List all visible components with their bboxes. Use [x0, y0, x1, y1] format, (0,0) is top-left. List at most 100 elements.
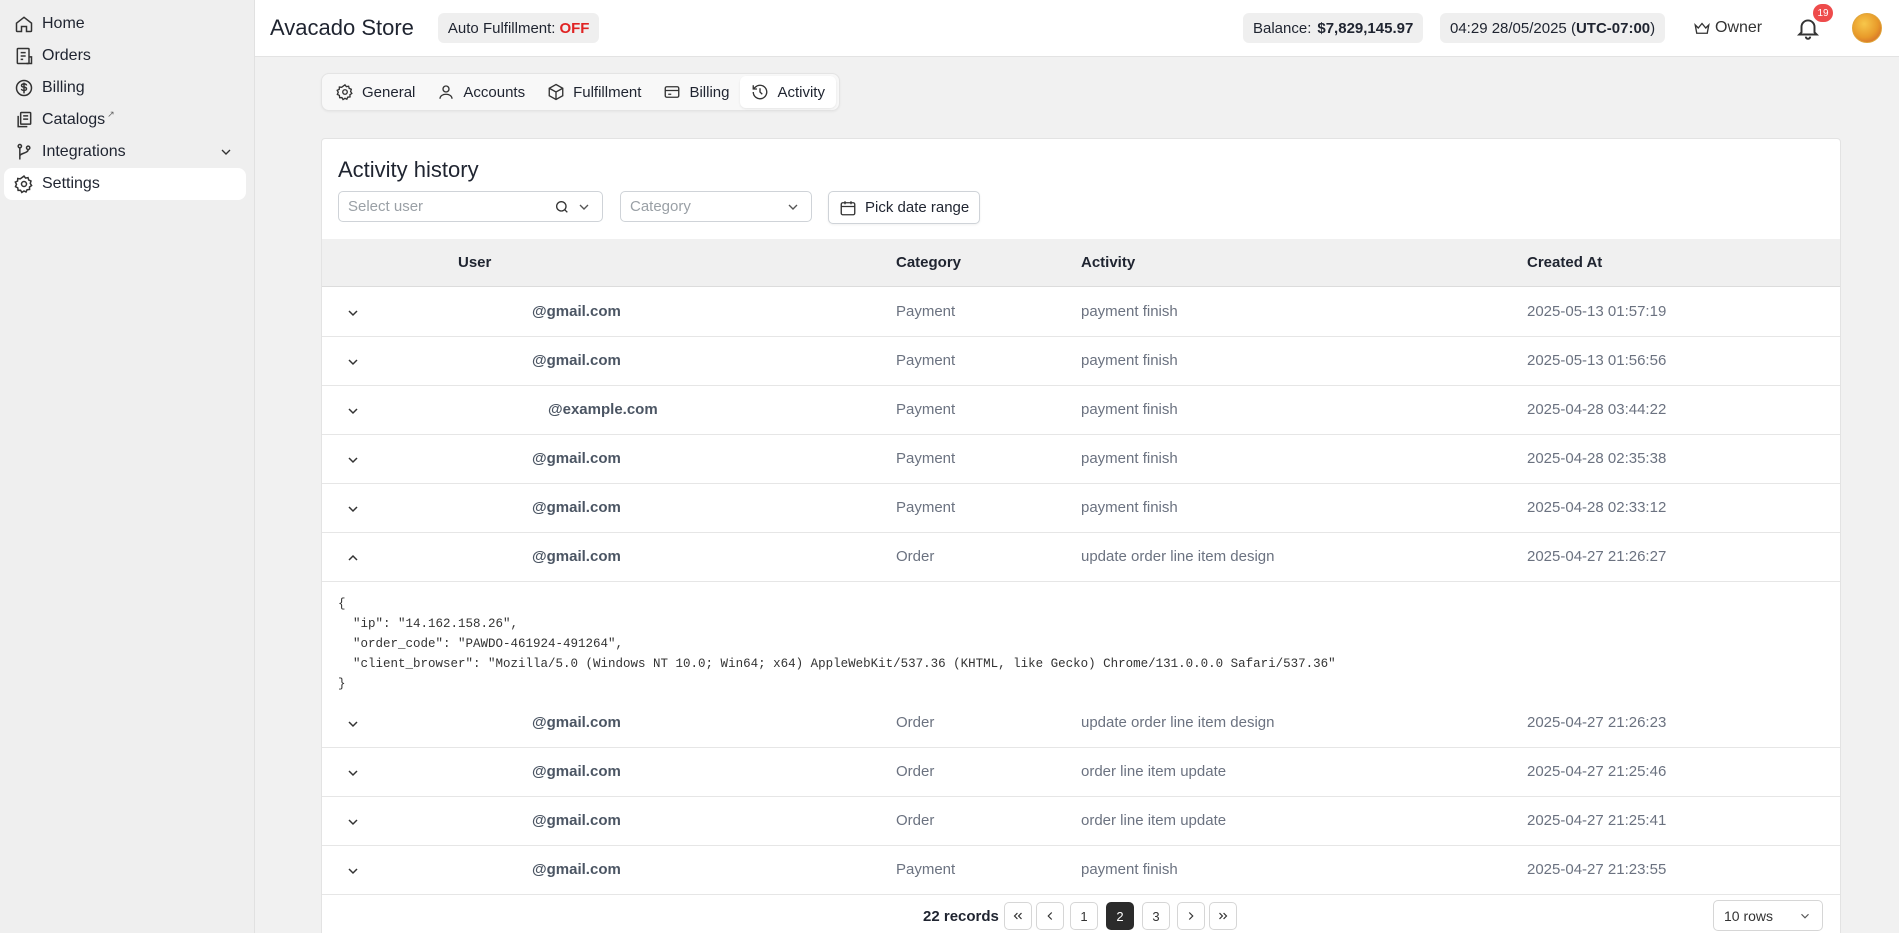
- row-user: @gmail.com: [532, 714, 621, 731]
- prev-page-button[interactable]: [1036, 902, 1064, 930]
- date-range-label: Pick date range: [865, 199, 970, 216]
- rows-per-page-select[interactable]: 10 rows: [1713, 900, 1823, 931]
- app-title: Avacado Store: [270, 15, 414, 40]
- last-page-button[interactable]: [1209, 902, 1237, 930]
- page-button[interactable]: 1: [1070, 902, 1098, 930]
- table-row-expanded[interactable]: @gmail.com Order update order line item …: [322, 533, 1840, 582]
- next-page-button[interactable]: [1177, 902, 1205, 930]
- collapse-chevron-icon[interactable]: [342, 547, 364, 569]
- home-icon: [14, 14, 34, 34]
- sidebar: Home Orders Billing Catalogs ↗ Integrati…: [0, 0, 255, 933]
- tab-label: Fulfillment: [573, 83, 642, 101]
- auto-fulfillment-value: OFF: [559, 19, 590, 37]
- sidebar-item-catalogs[interactable]: Catalogs ↗: [4, 104, 246, 136]
- category-select[interactable]: Category: [620, 191, 812, 222]
- expand-chevron-icon[interactable]: [342, 302, 364, 324]
- row-user: @gmail.com: [532, 303, 621, 320]
- clock-close: ): [1650, 19, 1656, 37]
- row-category: Payment: [896, 861, 956, 878]
- row-detail-json: { "ip": "14.162.158.26", "order_code": "…: [322, 584, 1840, 701]
- row-user: @gmail.com: [532, 861, 621, 878]
- table-row[interactable]: @gmail.com Order order line item update …: [322, 748, 1840, 797]
- top-header: Avacado Store Auto Fulfillment: OFF Bala…: [255, 0, 1899, 57]
- column-header-category[interactable]: Category: [896, 254, 961, 271]
- table-row[interactable]: @gmail.com Payment payment finish 2025-0…: [322, 484, 1840, 533]
- tab-label: Billing: [689, 83, 730, 101]
- table-row[interactable]: @gmail.com Order update order line item …: [322, 699, 1840, 748]
- chevron-down-icon[interactable]: [218, 144, 234, 160]
- row-created-at: 2025-04-27 21:26:27: [1527, 548, 1667, 565]
- expand-chevron-icon[interactable]: [342, 713, 364, 735]
- row-category: Payment: [896, 401, 956, 418]
- row-user: @example.com: [548, 401, 658, 418]
- row-created-at: 2025-04-28 03:44:22: [1527, 401, 1667, 418]
- chevron-left-icon: [1047, 912, 1053, 920]
- expand-chevron-icon[interactable]: [342, 449, 364, 471]
- expand-chevron-icon[interactable]: [342, 498, 364, 520]
- table-row[interactable]: @gmail.com Order order line item update …: [322, 797, 1840, 846]
- clock-timezone: UTC-07:00: [1575, 19, 1651, 37]
- tab-activity[interactable]: Activity: [740, 76, 836, 108]
- tab-general[interactable]: General: [325, 76, 426, 108]
- table-row[interactable]: @gmail.com Payment payment finish 2025-0…: [322, 846, 1840, 895]
- row-user: @gmail.com: [532, 499, 621, 516]
- tab-fulfillment[interactable]: Fulfillment: [536, 76, 652, 108]
- sidebar-item-settings[interactable]: Settings: [4, 168, 246, 200]
- sidebar-item-label: Catalogs: [42, 111, 106, 128]
- branch-icon: [14, 142, 34, 162]
- row-category: Payment: [896, 303, 956, 320]
- table-row[interactable]: @example.com Payment payment finish 2025…: [322, 386, 1840, 435]
- column-header-activity[interactable]: Activity: [1081, 254, 1135, 271]
- sidebar-item-billing[interactable]: Billing: [4, 72, 246, 104]
- table-row[interactable]: @gmail.com Payment payment finish 2025-0…: [322, 435, 1840, 484]
- page-button[interactable]: 3: [1142, 902, 1170, 930]
- user-select[interactable]: [338, 191, 603, 222]
- user-icon: [439, 85, 454, 99]
- role-label: Owner: [1715, 19, 1763, 36]
- row-category: Payment: [896, 499, 956, 516]
- sidebar-item-home[interactable]: Home: [4, 8, 246, 40]
- user-search-input[interactable]: [348, 198, 548, 215]
- sidebar-item-orders[interactable]: Orders: [4, 40, 246, 72]
- date-range-button[interactable]: Pick date range: [828, 191, 981, 224]
- auto-fulfillment-status[interactable]: Auto Fulfillment: OFF: [437, 13, 600, 43]
- row-activity: order line item update: [1081, 763, 1227, 780]
- sidebar-item-label: Settings: [42, 175, 100, 192]
- table-row[interactable]: @gmail.com Payment payment finish 2025-0…: [322, 288, 1840, 337]
- expand-chevron-icon[interactable]: [342, 860, 364, 882]
- external-link-icon: ↗: [107, 108, 115, 119]
- column-header-created-at[interactable]: Created At: [1527, 254, 1602, 271]
- expand-chevron-icon[interactable]: [342, 351, 364, 373]
- sidebar-item-integrations[interactable]: Integrations: [4, 136, 246, 168]
- role-menu[interactable]: Owner: [1693, 19, 1762, 37]
- double-chevron-left-icon: [1013, 912, 1022, 920]
- sidebar-item-label: Integrations: [42, 143, 126, 160]
- column-header-user[interactable]: User: [458, 254, 491, 271]
- row-user: @gmail.com: [532, 548, 621, 565]
- expand-chevron-icon[interactable]: [342, 811, 364, 833]
- tab-accounts[interactable]: Accounts: [426, 76, 536, 108]
- first-page-button[interactable]: [1004, 902, 1032, 930]
- gear-icon: [336, 83, 353, 101]
- row-category: Order: [896, 812, 935, 829]
- tab-label: Activity: [777, 83, 825, 101]
- tab-billing[interactable]: Billing: [652, 76, 740, 108]
- box-icon: [548, 83, 564, 101]
- row-user: @gmail.com: [532, 763, 621, 780]
- expand-chevron-icon[interactable]: [342, 400, 364, 422]
- sidebar-item-label: Orders: [42, 47, 91, 64]
- row-user: @gmail.com: [532, 352, 621, 369]
- balance-label: Balance:: [1253, 19, 1312, 37]
- avatar[interactable]: [1852, 13, 1882, 43]
- expand-chevron-icon[interactable]: [342, 762, 364, 784]
- table-row[interactable]: @gmail.com Payment payment finish 2025-0…: [322, 337, 1840, 386]
- card-icon: [665, 86, 680, 98]
- row-activity: payment finish: [1081, 303, 1178, 320]
- chevron-down-icon: [1801, 913, 1809, 919]
- row-category: Payment: [896, 450, 956, 467]
- tab-label: Accounts: [463, 83, 526, 101]
- page-button-current[interactable]: 2: [1106, 902, 1134, 930]
- records-count: 22 records: [923, 908, 999, 925]
- balance-display: Balance: $7,829,145.97: [1243, 13, 1424, 43]
- row-category: Order: [896, 548, 935, 565]
